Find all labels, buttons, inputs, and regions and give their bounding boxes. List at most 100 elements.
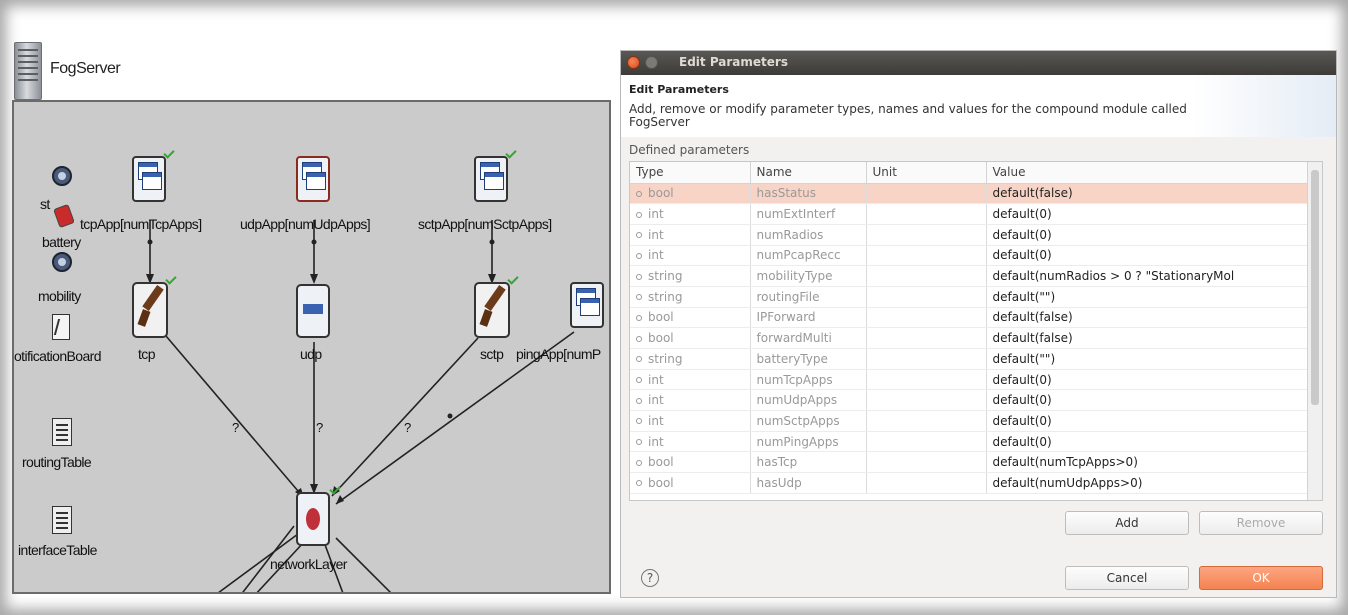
param-unit-cell[interactable] xyxy=(866,369,987,391)
param-type-cell[interactable]: int xyxy=(630,203,751,225)
table-row[interactable]: bool forwardMulti default(false) xyxy=(630,327,1309,349)
table-row[interactable]: bool hasUdp default(numUdpApps>0) xyxy=(630,472,1309,494)
table-row[interactable]: int numRadios default(0) xyxy=(630,224,1309,246)
param-type-cell[interactable]: int xyxy=(630,389,751,412)
param-unit-cell[interactable] xyxy=(866,183,987,205)
routing-table-icon[interactable] xyxy=(52,418,72,446)
param-unit-cell[interactable] xyxy=(866,245,987,267)
scroll-thumb[interactable] xyxy=(1311,170,1319,405)
param-value-cell[interactable]: default(0) xyxy=(986,389,1309,412)
table-row[interactable]: bool hasTcp default(numTcpApps>0) xyxy=(630,451,1309,474)
param-name-cell[interactable]: IPForward xyxy=(750,307,867,329)
ok-button[interactable]: OK xyxy=(1199,566,1323,590)
sctp-app-module[interactable] xyxy=(474,156,508,202)
param-value-cell[interactable]: default(numTcpApps>0) xyxy=(986,451,1309,474)
param-unit-cell[interactable] xyxy=(866,286,987,308)
param-value-cell[interactable]: default(numRadios > 0 ? "StationaryMol xyxy=(986,265,1309,287)
param-name-cell[interactable]: routingFile xyxy=(750,286,867,308)
table-row[interactable]: int numSctpApps default(0) xyxy=(630,410,1309,432)
param-value-cell[interactable]: default(0) xyxy=(986,245,1309,267)
param-name-cell[interactable]: batteryType xyxy=(750,348,867,370)
tcp-module[interactable] xyxy=(132,282,168,338)
param-type-cell[interactable]: string xyxy=(630,348,751,370)
module-canvas[interactable]: tcpApp[numTcpApps] udpApp[numUdpApps] sc… xyxy=(12,100,611,594)
param-type-cell[interactable]: bool xyxy=(630,307,751,329)
table-row[interactable]: int numPcapRecc default(0) xyxy=(630,245,1309,267)
param-name-cell[interactable]: numPingApps xyxy=(750,431,867,453)
param-name-cell[interactable]: numExtInterf xyxy=(750,203,867,225)
param-type-cell[interactable]: int xyxy=(630,224,751,246)
param-value-cell[interactable]: default(0) xyxy=(986,203,1309,225)
table-row[interactable]: int numExtInterf default(0) xyxy=(630,203,1309,225)
table-scrollbar[interactable] xyxy=(1307,162,1322,500)
table-row[interactable]: string mobilityType default(numRadios > 0 … xyxy=(630,265,1309,287)
param-name-cell[interactable]: hasStatus xyxy=(750,183,867,205)
minimize-icon[interactable] xyxy=(645,56,658,69)
param-value-cell[interactable]: default(0) xyxy=(986,410,1309,432)
table-row[interactable]: string routingFile default("") xyxy=(630,286,1309,308)
param-type-cell[interactable]: bool xyxy=(630,451,751,474)
param-name-cell[interactable]: hasTcp xyxy=(750,451,867,474)
param-name-cell[interactable]: numUdpApps xyxy=(750,389,867,412)
param-type-cell[interactable]: int xyxy=(630,369,751,391)
column-header-value[interactable]: Value xyxy=(986,162,1309,184)
interface-table-icon[interactable] xyxy=(52,506,72,534)
cancel-button[interactable]: Cancel xyxy=(1065,566,1189,590)
table-row[interactable]: bool hasStatus default(false) xyxy=(630,183,1309,205)
param-unit-cell[interactable] xyxy=(866,203,987,225)
param-unit-cell[interactable] xyxy=(866,348,987,370)
network-layer-module[interactable] xyxy=(296,492,330,546)
param-value-cell[interactable]: default(0) xyxy=(986,431,1309,453)
param-unit-cell[interactable] xyxy=(866,410,987,432)
sctp-module[interactable] xyxy=(474,282,510,338)
param-type-cell[interactable]: bool xyxy=(630,327,751,349)
param-type-cell[interactable]: int xyxy=(630,431,751,453)
param-value-cell[interactable]: default(false) xyxy=(986,183,1309,205)
param-name-cell[interactable]: hasUdp xyxy=(750,472,867,494)
table-row[interactable]: int numTcpApps default(0) xyxy=(630,369,1309,391)
param-type-cell[interactable]: string xyxy=(630,286,751,308)
close-icon[interactable] xyxy=(627,56,640,69)
table-row[interactable]: int numUdpApps default(0) xyxy=(630,389,1309,412)
help-icon[interactable]: ? xyxy=(641,569,659,587)
column-header-unit[interactable]: Unit xyxy=(866,162,987,184)
param-value-cell[interactable]: default(0) xyxy=(986,224,1309,246)
parameters-table[interactable]: Type Name Unit Value bool hasStatus defaul… xyxy=(629,161,1323,501)
param-name-cell[interactable]: numTcpApps xyxy=(750,369,867,391)
tcp-app-module[interactable] xyxy=(132,156,166,202)
param-unit-cell[interactable] xyxy=(866,431,987,453)
add-button[interactable]: Add xyxy=(1065,511,1189,535)
param-unit-cell[interactable] xyxy=(866,389,987,412)
ping-app-module[interactable] xyxy=(570,282,604,328)
udp-app-module[interactable] xyxy=(296,156,330,202)
param-unit-cell[interactable] xyxy=(866,307,987,329)
mobility-icon[interactable] xyxy=(52,252,72,272)
param-type-cell[interactable]: int xyxy=(630,245,751,267)
param-type-cell[interactable]: string xyxy=(630,265,751,287)
param-value-cell[interactable]: default(false) xyxy=(986,307,1309,329)
param-type-cell[interactable]: int xyxy=(630,410,751,432)
status-icon[interactable] xyxy=(52,166,72,186)
table-row[interactable]: int numPingApps default(0) xyxy=(630,431,1309,453)
param-type-cell[interactable]: bool xyxy=(630,183,751,205)
param-value-cell[interactable]: default(numUdpApps>0) xyxy=(986,472,1309,494)
param-name-cell[interactable]: mobilityType xyxy=(750,265,867,287)
param-value-cell[interactable]: default(false) xyxy=(986,327,1309,349)
param-unit-cell[interactable] xyxy=(866,265,987,287)
param-name-cell[interactable]: numPcapRecc xyxy=(750,245,867,267)
table-row[interactable]: string batteryType default("") xyxy=(630,348,1309,370)
udp-module[interactable] xyxy=(296,284,330,338)
param-type-cell[interactable]: bool xyxy=(630,472,751,494)
param-value-cell[interactable]: default("") xyxy=(986,286,1309,308)
param-name-cell[interactable]: numRadios xyxy=(750,224,867,246)
param-unit-cell[interactable] xyxy=(866,224,987,246)
param-unit-cell[interactable] xyxy=(866,472,987,494)
param-unit-cell[interactable] xyxy=(866,327,987,349)
param-name-cell[interactable]: numSctpApps xyxy=(750,410,867,432)
param-unit-cell[interactable] xyxy=(866,451,987,474)
column-header-type[interactable]: Type xyxy=(630,162,751,184)
param-value-cell[interactable]: default("") xyxy=(986,348,1309,370)
column-header-name[interactable]: Name xyxy=(750,162,867,184)
param-name-cell[interactable]: forwardMulti xyxy=(750,327,867,349)
param-value-cell[interactable]: default(0) xyxy=(986,369,1309,391)
